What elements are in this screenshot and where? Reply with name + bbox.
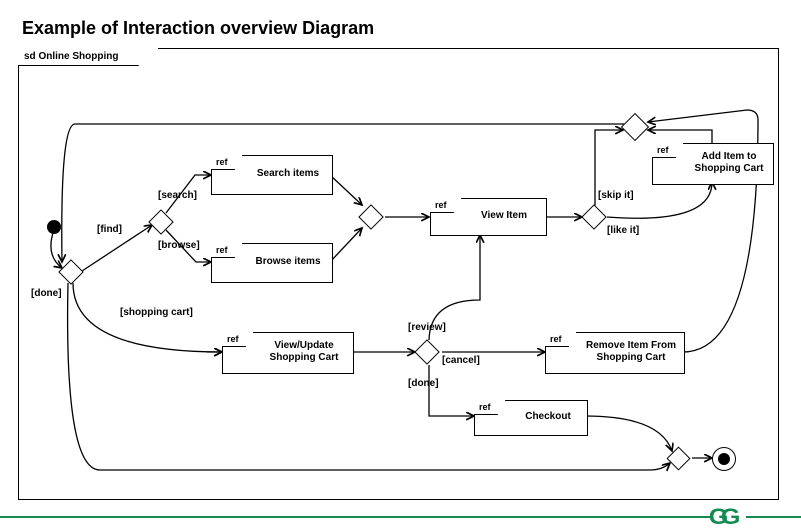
ref-add-cart: ref Add Item to Shopping Cart <box>652 143 774 185</box>
guard-find: [find] <box>97 224 122 235</box>
logo-letter: G <box>721 506 741 528</box>
ref-label: View/Update Shopping Cart <box>259 340 349 364</box>
ref-tag: ref <box>222 332 254 347</box>
frame-title: sd Online Shopping <box>18 48 159 66</box>
ref-label: View Item <box>469 210 539 222</box>
logo: GG <box>710 506 746 528</box>
ref-tag: ref <box>211 155 243 170</box>
guard-search: [search] <box>158 190 197 201</box>
guard-skipit: [skip it] <box>598 190 634 201</box>
guard-cancel: [cancel] <box>442 355 480 366</box>
guard-likeit: [like it] <box>607 225 639 236</box>
guard-cart: [shopping cart] <box>120 307 193 318</box>
ref-tag: ref <box>652 143 684 158</box>
final-node-inner <box>718 453 730 465</box>
ref-tag: ref <box>211 243 243 258</box>
page-title: Example of Interaction overview Diagram <box>22 18 374 39</box>
ref-browse-items: ref Browse items <box>211 243 333 283</box>
guard-done2: [done] <box>408 378 439 389</box>
ref-label: Add Item to Shopping Cart <box>687 151 771 175</box>
ref-label: Remove Item From Shopping Cart <box>580 340 682 364</box>
ref-view-cart: ref View/Update Shopping Cart <box>222 332 354 374</box>
ref-view-item: ref View Item <box>430 198 547 236</box>
final-node <box>712 447 736 471</box>
footer-divider <box>0 516 801 518</box>
initial-node <box>47 220 61 234</box>
guard-browse: [browse] <box>158 240 200 251</box>
ref-tag: ref <box>545 332 577 347</box>
guard-done1: [done] <box>31 288 62 299</box>
ref-tag: ref <box>474 400 506 415</box>
ref-label: Checkout <box>513 411 583 423</box>
sd-frame: sd Online Shopping <box>18 48 779 500</box>
ref-tag: ref <box>430 198 462 213</box>
ref-remove-item: ref Remove Item From Shopping Cart <box>545 332 685 374</box>
ref-checkout: ref Checkout <box>474 400 588 436</box>
ref-label: Browse items <box>248 256 328 268</box>
ref-search-items: ref Search items <box>211 155 333 195</box>
ref-label: Search items <box>248 168 328 180</box>
guard-review: [review] <box>408 322 446 333</box>
